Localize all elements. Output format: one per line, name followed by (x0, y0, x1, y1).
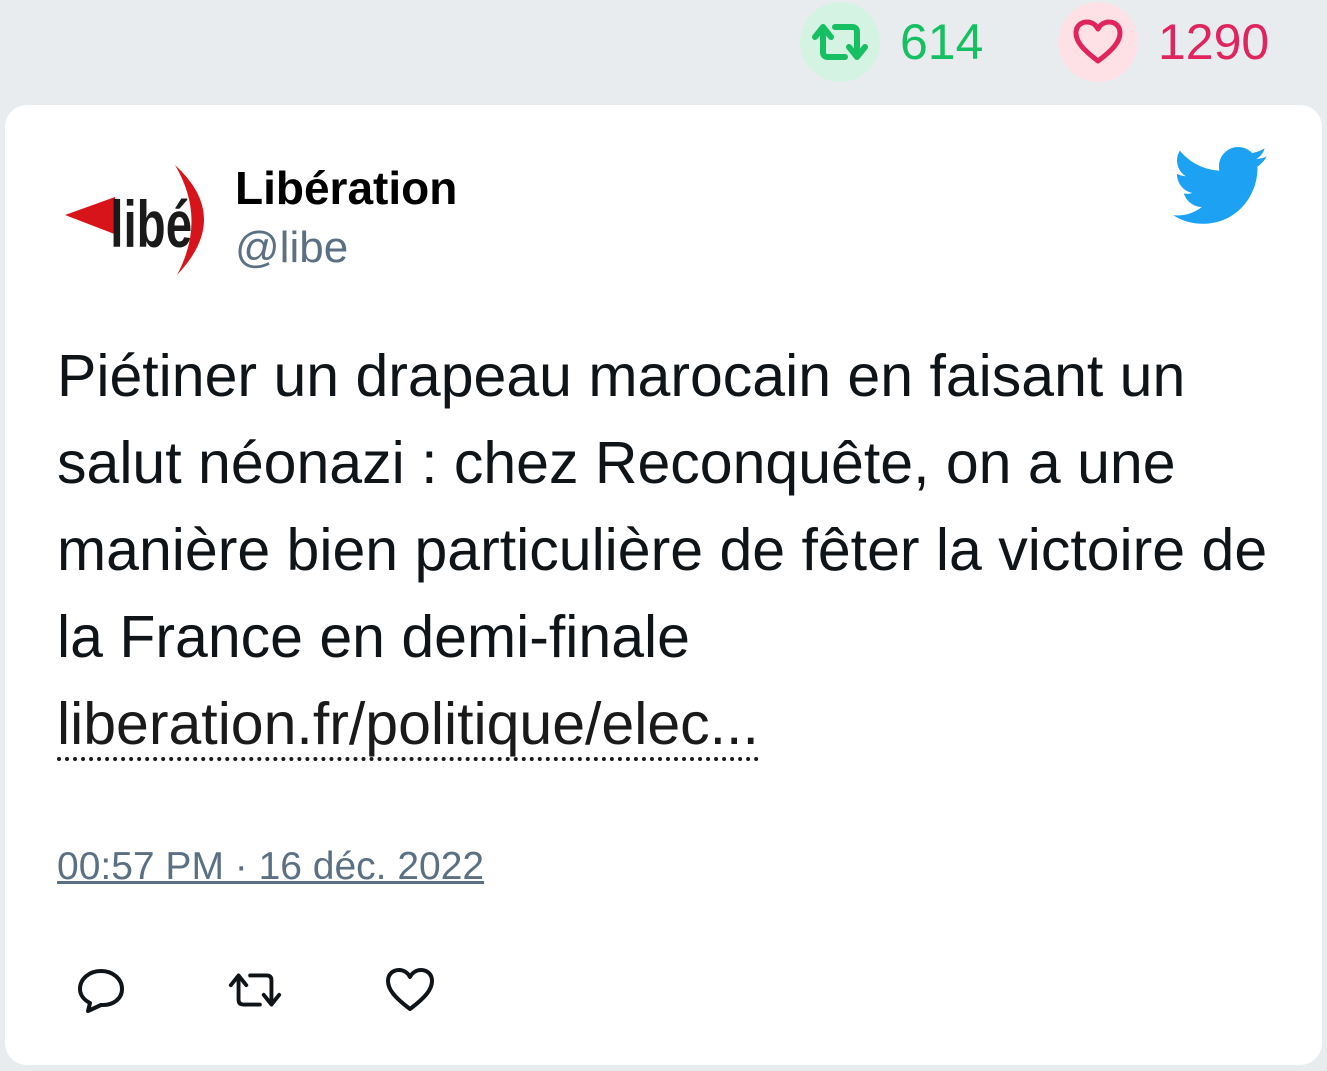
tweet-card: libé Libération @libe Piétiner un drapea… (5, 105, 1322, 1065)
like-icon (386, 968, 434, 1011)
retweet-icon (228, 973, 282, 1007)
tweet-timestamp[interactable]: 00:57 PM · 16 déc. 2022 (57, 845, 484, 889)
twitter-bird-icon (1173, 147, 1269, 227)
tweet-actions (65, 960, 565, 1020)
avatar[interactable]: libé (57, 157, 222, 287)
logo-text: libé (110, 188, 192, 261)
reply-icon (78, 969, 124, 1013)
author-name[interactable]: Libération (235, 161, 457, 215)
engagement-stats: 614 1290 (0, 0, 1327, 100)
heart-icon (1058, 2, 1138, 82)
tweet-text: Piétiner un drapeau marocain en faisant … (57, 333, 1277, 768)
retweet-stat[interactable]: 614 (800, 2, 983, 82)
like-count: 1290 (1158, 14, 1270, 70)
retweet-button[interactable] (225, 960, 285, 1020)
tweet-body: Piétiner un drapeau marocain en faisant … (57, 343, 1268, 670)
like-button[interactable] (380, 960, 440, 1020)
author-handle[interactable]: @libe (235, 223, 348, 273)
retweet-icon (800, 2, 880, 82)
retweet-count: 614 (900, 14, 984, 70)
reply-button[interactable] (71, 960, 131, 1020)
tweet-link[interactable]: liberation.fr/politique/elec... (57, 691, 759, 761)
like-stat[interactable]: 1290 (1058, 2, 1269, 82)
